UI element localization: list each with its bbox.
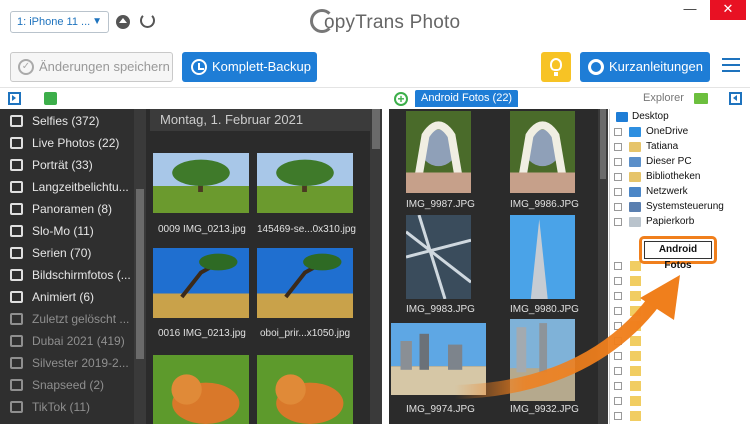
drag-arrow-icon bbox=[448, 275, 680, 399]
drop-target-folder[interactable]: Android Fotos bbox=[644, 241, 712, 271]
